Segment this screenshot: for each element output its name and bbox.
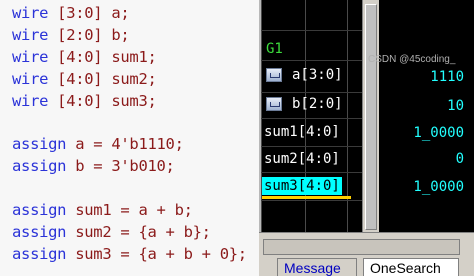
code-text: a = 4'b1110; (66, 135, 184, 153)
wave-icon (266, 68, 282, 82)
code-line: assign sum1 = a + b; (12, 199, 193, 221)
signal-value-sum1: 1_0000 (413, 125, 464, 141)
signal-name-sum3-selected[interactable]: sum3[4:0] (262, 177, 342, 195)
code-text: [4:0] sum2; (48, 70, 157, 88)
tab-message[interactable]: Message (277, 258, 357, 276)
code-text: [4:0] sum3; (48, 92, 157, 110)
code-text: sum2 = {a + b}; (66, 223, 211, 241)
code-line: assign sum2 = {a + b}; (12, 221, 211, 243)
signal-value-b: 10 (447, 98, 464, 114)
keyword: assign (12, 201, 67, 219)
grid-line (261, 172, 365, 173)
code-line: wire [3:0] a; (12, 2, 130, 24)
keyword: wire (12, 48, 49, 66)
code-line: assign a = 4'b1110; (12, 133, 184, 155)
signal-name-b[interactable]: b[2:0] (292, 95, 343, 113)
watermark: CSDN @45coding_ (368, 54, 456, 65)
grid-line (261, 146, 365, 147)
signal-list-scrollbar[interactable] (362, 0, 379, 232)
keyword: wire (12, 4, 49, 22)
grid-line (261, 30, 365, 31)
keyword: assign (12, 135, 67, 153)
grid-line (261, 92, 365, 93)
keyword: assign (12, 223, 67, 241)
keyword: assign (12, 245, 67, 263)
keyword: wire (12, 26, 49, 44)
signal-name-a[interactable]: a[3:0] (292, 66, 343, 84)
code-text: [2:0] b; (48, 26, 130, 44)
code-line: wire [4:0] sum1; (12, 46, 157, 68)
signal-panel: G1 a[3:0] b[2:0] sum1[4:0] sum2[4:0] sum… (259, 0, 474, 276)
code-text: [3:0] a; (48, 4, 130, 22)
signal-value-sum2: 0 (455, 151, 464, 167)
code-editor[interactable]: wire [3:0] a; wire [2:0] b; wire [4:0] s… (0, 0, 259, 276)
signal-name-sum1[interactable]: sum1[4:0] (264, 123, 340, 141)
code-text: [4:0] sum1; (48, 48, 157, 66)
grid-line (261, 118, 365, 119)
signal-value-a: 1110 (430, 69, 464, 85)
grid-line (261, 200, 365, 201)
wave-icon (266, 97, 282, 111)
signal-value-sum3: 1_0000 (413, 179, 464, 195)
tab-bar: Message OneSearch (259, 256, 474, 276)
keyword: wire (12, 92, 49, 110)
code-text: b = 3'b010; (66, 157, 175, 175)
scrollbar-thumb[interactable] (365, 4, 377, 230)
code-text: sum3 = {a + b + 0}; (66, 245, 247, 263)
horizontal-scrollbar[interactable] (263, 239, 460, 255)
code-text: sum1 = a + b; (66, 201, 193, 219)
code-line: assign sum3 = {a + b + 0}; (12, 243, 247, 265)
code-line: wire [4:0] sum2; (12, 68, 157, 90)
signal-group-label[interactable]: G1 (266, 40, 283, 58)
tab-onesearch[interactable]: OneSearch (363, 258, 459, 276)
selection-underline (262, 196, 351, 199)
code-line: wire [4:0] sum3; (12, 90, 157, 112)
code-line: assign b = 3'b010; (12, 155, 175, 177)
grid-line (261, 60, 365, 61)
signal-name-sum2[interactable]: sum2[4:0] (264, 150, 340, 168)
code-line: wire [2:0] b; (12, 24, 130, 46)
keyword: wire (12, 70, 49, 88)
keyword: assign (12, 157, 67, 175)
